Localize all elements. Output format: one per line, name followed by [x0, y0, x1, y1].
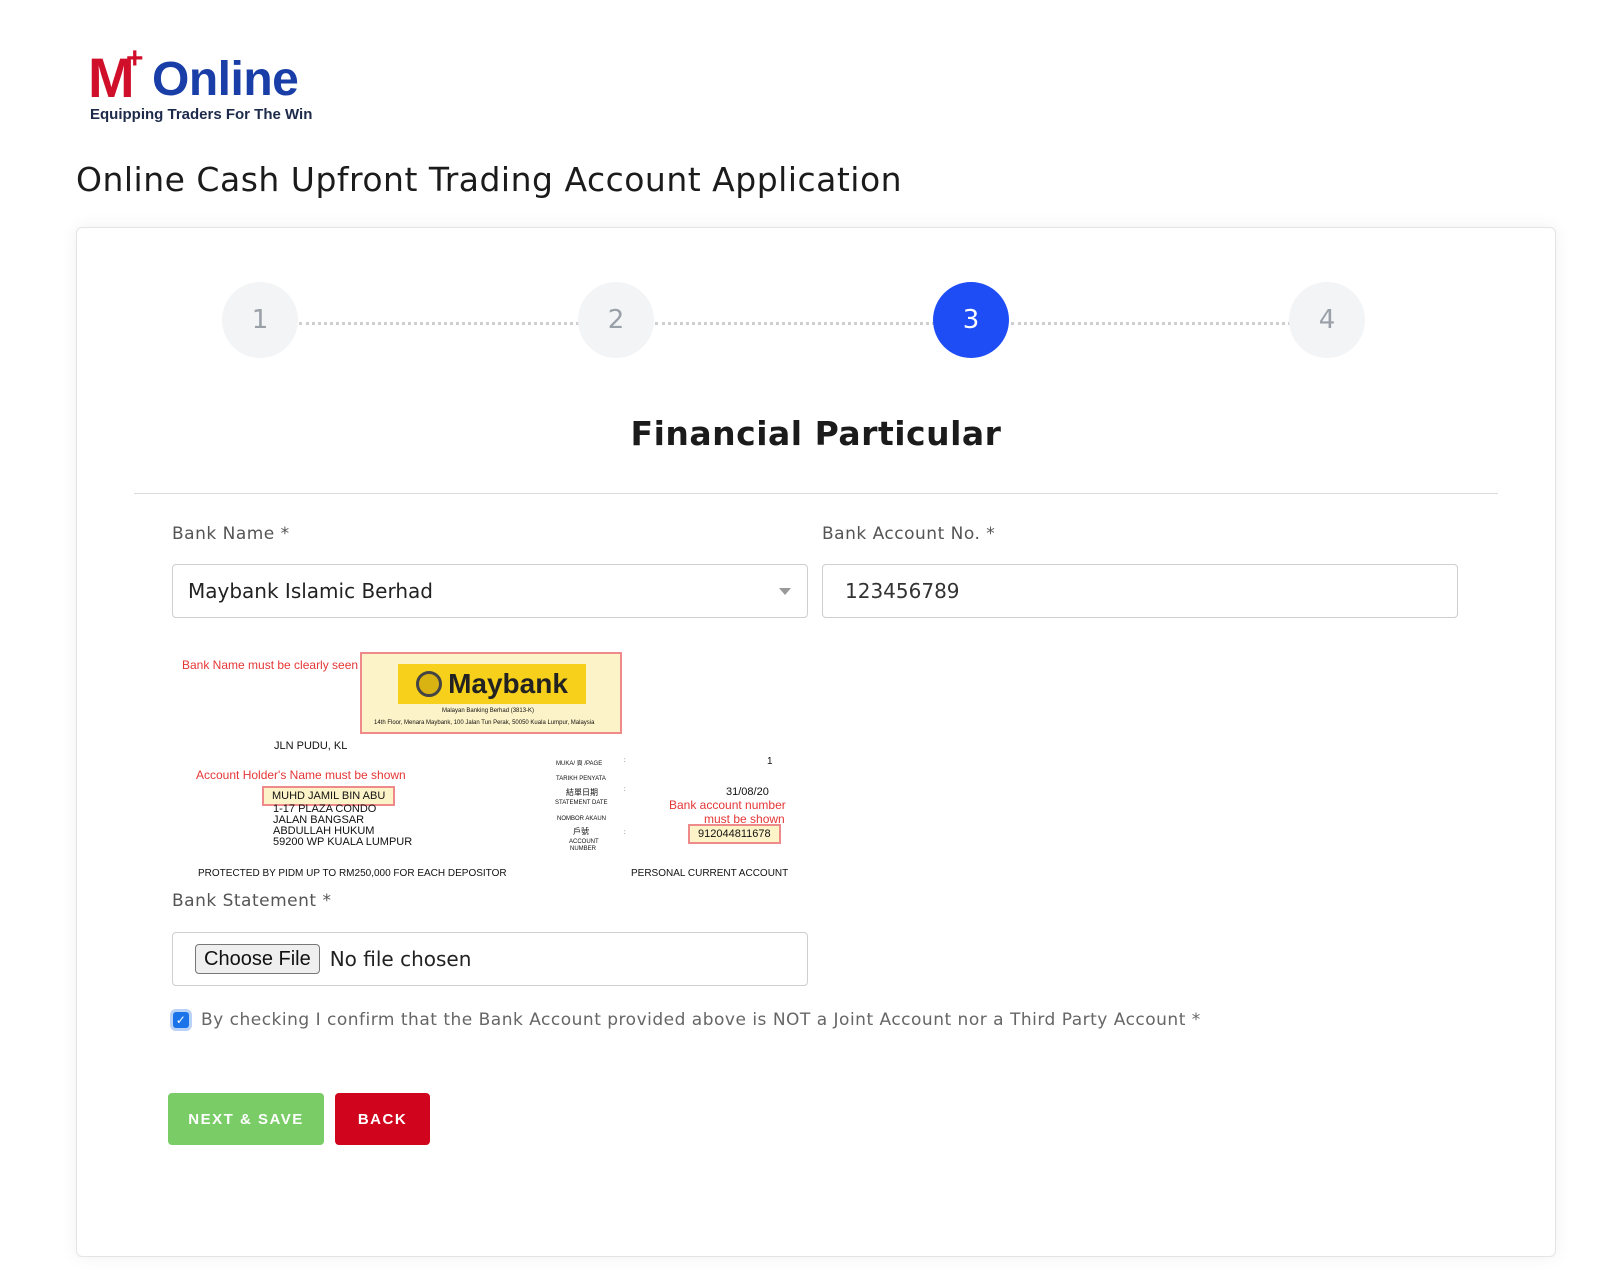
- next-save-button[interactable]: NEXT & SAVE: [168, 1093, 324, 1145]
- section-divider: [134, 493, 1498, 494]
- file-status: No file chosen: [329, 947, 472, 971]
- confirm-row: ✓ By checking I confirm that the Bank Ac…: [172, 1010, 1201, 1030]
- step-3-active[interactable]: 3: [933, 282, 1009, 358]
- note-bank-name: Bank Name must be clearly seen: [182, 658, 359, 672]
- checkmark-icon: ✓: [175, 1013, 187, 1027]
- bank-name-select[interactable]: Maybank Islamic Berhad: [172, 564, 808, 618]
- bank-legal-name: Malayan Banking Berhad (3813-K): [442, 708, 535, 714]
- confirm-text: By checking I confirm that the Bank Acco…: [201, 1010, 1201, 1030]
- step-connector: [1011, 322, 1291, 325]
- account-label-chinese: 戶號: [573, 827, 589, 836]
- date-label-english: STATEMENT DATE: [555, 800, 608, 806]
- date-label-malay: TARIKH PENYATA: [556, 776, 606, 782]
- bank-name-highlight: Maybank Malayan Banking Berhad (3813-K) …: [360, 652, 622, 734]
- section-title: Financial Particular: [630, 414, 1002, 453]
- bank-statement-label: Bank Statement *: [172, 891, 332, 911]
- branch-text: JLN PUDU, KL: [274, 740, 348, 752]
- bank-address: 14th Floor, Menara Maybank, 100 Jalan Tu…: [374, 720, 595, 726]
- account-number-input[interactable]: 123456789: [822, 564, 1458, 618]
- sample-bank-statement-image: Bank Name must be clearly seen Maybank M…: [172, 648, 812, 898]
- page-value: 1: [767, 756, 773, 767]
- date-colon: :: [624, 787, 626, 793]
- caret-down-icon: [779, 588, 791, 595]
- step-2[interactable]: 2: [578, 282, 654, 358]
- step-1[interactable]: 1: [222, 282, 298, 358]
- back-button[interactable]: BACK: [335, 1093, 430, 1145]
- address-line-4: 59200 WP KUALA LUMPUR: [273, 836, 413, 848]
- statement-date: 31/08/20: [726, 786, 769, 798]
- account-number-value: 123456789: [845, 579, 960, 603]
- step-connector: [299, 322, 579, 325]
- step-4[interactable]: 4: [1289, 282, 1365, 358]
- page-colon: :: [624, 758, 626, 764]
- logo-plus: +: [126, 42, 144, 75]
- pidm-footer: PROTECTED BY PIDM UP TO RM250,000 FOR EA…: [198, 868, 507, 879]
- logo-tagline: Equipping Traders For The Win: [90, 106, 313, 123]
- page-label: MUKA/ 頁 /PAGE: [556, 761, 603, 767]
- account-label-english-1: ACCOUNT: [569, 839, 599, 845]
- holder-name: MUHD JAMIL BIN ABU: [272, 790, 386, 802]
- logo-online: Online: [152, 53, 299, 106]
- step-connector: [655, 322, 935, 325]
- date-label-chinese: 結單日期: [566, 788, 598, 797]
- maybank-logo-text: Maybank: [448, 668, 568, 699]
- bank-name-value: Maybank Islamic Berhad: [188, 579, 433, 603]
- confirm-checkbox[interactable]: ✓: [173, 1012, 189, 1028]
- account-number-highlight: 912044811678: [688, 824, 781, 844]
- note-account-number-1: Bank account number: [669, 798, 786, 812]
- account-colon: :: [624, 830, 626, 836]
- page-title: Online Cash Upfront Trading Account Appl…: [76, 160, 903, 199]
- application-card: 1 2 3 4 Financial Particular Bank Name *…: [76, 227, 1556, 1257]
- bank-name-label: Bank Name *: [172, 524, 290, 544]
- tiger-emblem-icon: [416, 671, 443, 697]
- brand-logo: M + Online Equipping Traders For The Win: [88, 44, 348, 124]
- account-label-english-2: NUMBER: [570, 846, 597, 852]
- account-label-malay: NOMBOR AKAUN: [557, 816, 607, 822]
- sample-account-number: 912044811678: [698, 828, 771, 840]
- bank-statement-file-input[interactable]: Choose File No file chosen: [172, 932, 808, 986]
- choose-file-button[interactable]: Choose File: [195, 944, 320, 974]
- maybank-logo: Maybank: [398, 664, 586, 704]
- account-number-label: Bank Account No. *: [822, 524, 996, 544]
- account-type-footer: PERSONAL CURRENT ACCOUNT: [631, 868, 789, 879]
- note-holder-name: Account Holder's Name must be shown: [196, 768, 406, 782]
